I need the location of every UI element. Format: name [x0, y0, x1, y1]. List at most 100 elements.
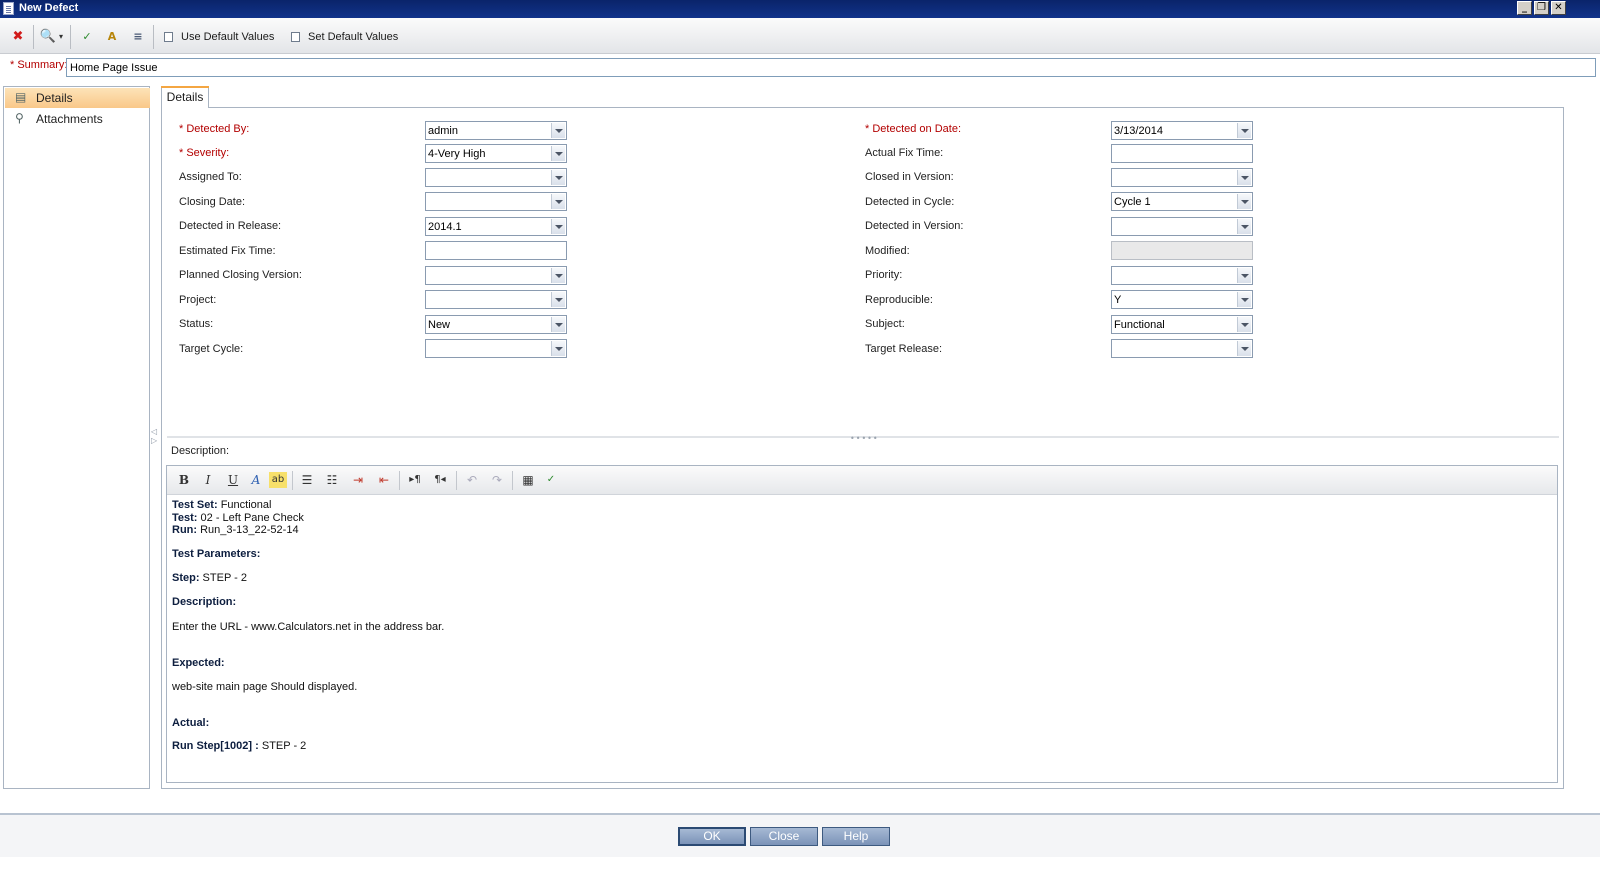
- resize-grip-icon[interactable]: •••••: [850, 434, 879, 443]
- pane-splitter[interactable]: ◁ ▷: [151, 427, 157, 445]
- spell-check-icon[interactable]: ✓: [78, 28, 96, 46]
- summary-label: * Summary:: [10, 59, 68, 71]
- description-heading: Description:: [172, 596, 237, 608]
- chevron-down-icon[interactable]: [551, 292, 565, 307]
- detected-on-date-label: * Detected on Date:: [865, 123, 962, 135]
- spelling-options-icon[interactable]: ≡: [129, 28, 147, 46]
- closed-in-version-label: Closed in Version:: [865, 171, 954, 183]
- detected-in-version-combo[interactable]: [1111, 217, 1253, 236]
- ok-button[interactable]: OK: [678, 827, 746, 846]
- use-default-values-button[interactable]: Use Default Values: [162, 28, 274, 46]
- detected-in-release-combo[interactable]: 2014.1: [425, 217, 567, 236]
- dialog-footer: OK Close Help: [0, 813, 1600, 857]
- project-combo[interactable]: [425, 290, 567, 309]
- planned-closing-version-combo[interactable]: [425, 266, 567, 285]
- run-step-value: STEP - 2: [258, 740, 307, 752]
- chevron-down-icon[interactable]: [551, 219, 565, 234]
- bullet-list-icon[interactable]: ☰: [298, 472, 316, 488]
- defaults-icon: [291, 32, 300, 42]
- test-parameters-line: Test Parameters:: [172, 548, 260, 560]
- chevron-down-icon[interactable]: [1237, 194, 1251, 209]
- bold-icon[interactable]: B: [175, 472, 193, 488]
- subject-combo[interactable]: Functional: [1111, 315, 1253, 334]
- chevron-down-icon[interactable]: [551, 317, 565, 332]
- nav-item-attachments-label: Attachments: [36, 112, 103, 126]
- close-button[interactable]: Close: [750, 827, 818, 846]
- highlight-icon[interactable]: ab: [269, 472, 287, 488]
- nav-item-details[interactable]: ▤ Details: [5, 88, 150, 108]
- underline-icon[interactable]: U: [224, 472, 242, 488]
- assigned-to-combo[interactable]: [425, 168, 567, 187]
- chevron-down-icon[interactable]: [551, 146, 565, 161]
- closing-date-combo[interactable]: [425, 192, 567, 211]
- reproducible-label: Reproducible:: [865, 294, 933, 306]
- chevron-down-icon[interactable]: [551, 170, 565, 185]
- detected-on-date-combo[interactable]: 3/13/2014: [1111, 121, 1253, 140]
- severity-combo[interactable]: 4-Very High: [425, 144, 567, 163]
- closed-in-version-combo[interactable]: [1111, 168, 1253, 187]
- editor-separator: [512, 471, 513, 490]
- run-line: Run: Run_3-13_22-52-14: [172, 524, 299, 536]
- rtl-icon[interactable]: ¶◂: [431, 472, 449, 488]
- italic-icon[interactable]: I: [199, 472, 217, 488]
- step-value: STEP - 2: [199, 572, 247, 584]
- toolbar: ✖ 🔍 ▾ ✓ A ≡ Use Default Values Set Defau…: [0, 18, 1600, 54]
- chevron-down-icon[interactable]: [1237, 219, 1251, 234]
- find-icon[interactable]: 🔍: [39, 28, 57, 46]
- chevron-down-icon[interactable]: [1237, 123, 1251, 138]
- actual-fix-time-input[interactable]: [1111, 144, 1253, 163]
- status-value: New: [428, 319, 451, 331]
- test-set-line: Test Set: Functional: [172, 499, 271, 511]
- tab-details[interactable]: Details: [161, 86, 209, 108]
- chevron-down-icon[interactable]: [1237, 170, 1251, 185]
- test-set-label: Test Set:: [172, 499, 218, 511]
- set-default-values-button[interactable]: Set Default Values: [289, 28, 398, 46]
- chevron-down-icon[interactable]: [1237, 268, 1251, 283]
- help-button[interactable]: Help: [822, 827, 890, 846]
- priority-combo[interactable]: [1111, 266, 1253, 285]
- minimize-button[interactable]: _: [1517, 1, 1532, 15]
- reproducible-combo[interactable]: Y: [1111, 290, 1253, 309]
- close-window-button[interactable]: ✕: [1551, 1, 1566, 15]
- thesaurus-icon[interactable]: A: [103, 28, 121, 46]
- chevron-down-icon[interactable]: [551, 123, 565, 138]
- detected-by-combo[interactable]: admin: [425, 121, 567, 140]
- chevron-down-icon[interactable]: [1237, 317, 1251, 332]
- undo-icon[interactable]: ↶: [463, 472, 481, 488]
- chevron-down-icon[interactable]: [551, 194, 565, 209]
- numbered-list-icon[interactable]: ☷: [323, 472, 341, 488]
- estimated-fix-time-input[interactable]: [425, 241, 567, 260]
- table-icon[interactable]: ▦: [519, 472, 537, 488]
- subject-label: Subject:: [865, 318, 905, 330]
- description-editor[interactable]: B I U A ab ☰ ☷ ⇥ ⇤ ▸¶ ¶◂ ↶ ↷ ▦ ✓ Test Se…: [166, 465, 1558, 783]
- target-release-combo[interactable]: [1111, 339, 1253, 358]
- chevron-down-icon[interactable]: [1237, 341, 1251, 356]
- detected-on-date-value: 3/13/2014: [1114, 125, 1163, 137]
- status-combo[interactable]: New: [425, 315, 567, 334]
- detected-in-version-label: Detected in Version:: [865, 220, 964, 232]
- outdent-icon[interactable]: ⇤: [375, 472, 393, 488]
- severity-label: * Severity:: [179, 147, 230, 159]
- indent-icon[interactable]: ⇥: [349, 472, 367, 488]
- step-label: Step:: [172, 572, 200, 584]
- subject-value: Functional: [1114, 319, 1165, 331]
- detected-in-cycle-combo[interactable]: Cycle 1: [1111, 192, 1253, 211]
- chevron-down-icon[interactable]: [551, 268, 565, 283]
- run-value: Run_3-13_22-52-14: [197, 524, 299, 536]
- restore-button[interactable]: ❐: [1534, 1, 1549, 15]
- spell-check-icon[interactable]: ✓: [542, 472, 560, 488]
- redo-icon[interactable]: ↷: [488, 472, 506, 488]
- font-color-icon[interactable]: A: [247, 472, 265, 488]
- target-cycle-combo[interactable]: [425, 339, 567, 358]
- nav-item-attachments[interactable]: ⚲ Attachments: [5, 109, 150, 129]
- delete-icon[interactable]: ✖: [9, 28, 27, 46]
- chevron-down-icon[interactable]: ▾: [56, 28, 66, 46]
- chevron-down-icon[interactable]: [1237, 292, 1251, 307]
- left-navigation: ▤ Details ⚲ Attachments: [3, 86, 150, 789]
- step-line: Step: STEP - 2: [172, 572, 247, 584]
- expected-heading: Expected:: [172, 657, 225, 669]
- ltr-icon[interactable]: ▸¶: [406, 472, 424, 488]
- expected-heading-line: Expected:: [172, 657, 225, 669]
- chevron-down-icon[interactable]: [551, 341, 565, 356]
- summary-input[interactable]: [66, 58, 1596, 77]
